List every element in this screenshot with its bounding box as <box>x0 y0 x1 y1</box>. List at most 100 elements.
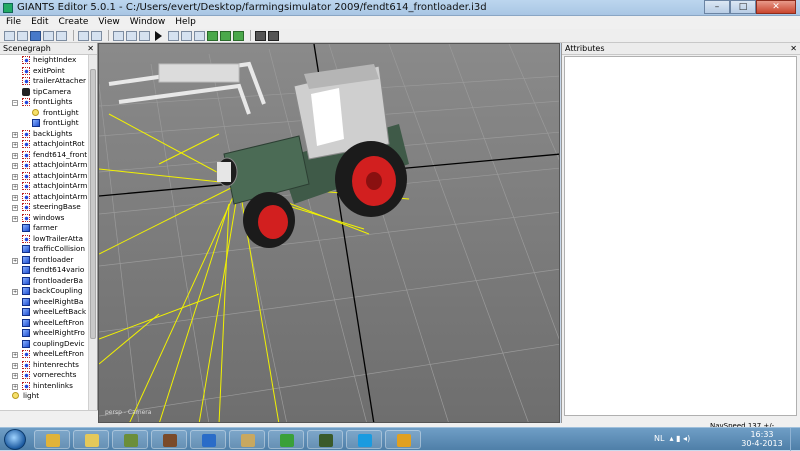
tree-node[interactable]: frontloaderBa <box>0 276 97 287</box>
clock[interactable]: 16:33 30-4-2013 <box>739 430 785 448</box>
import-icon[interactable] <box>43 30 54 41</box>
tree-node[interactable]: + fendt614_front <box>0 150 97 161</box>
tree-node[interactable]: − frontLights <box>0 97 97 108</box>
tree-node[interactable]: + attachJointRot <box>0 139 97 150</box>
tree-node[interactable]: frontLight <box>0 118 97 129</box>
tree-node[interactable]: + hintenlinks <box>0 381 97 392</box>
tree-node[interactable]: + attachJointArm <box>0 160 97 171</box>
expand-icon[interactable]: + <box>12 194 18 201</box>
tree-node[interactable]: farmer <box>0 223 97 234</box>
tree-node[interactable]: + attachJointArm <box>0 181 97 192</box>
tree-node[interactable]: + attachJointArm <box>0 192 97 203</box>
select-icon[interactable] <box>168 30 179 41</box>
play-icon[interactable] <box>155 30 162 41</box>
3d-viewport[interactable]: persp - Camera <box>98 43 560 423</box>
tree-node[interactable]: frontLight <box>0 108 97 119</box>
taskbar-app-button[interactable] <box>385 430 421 449</box>
window-titlebar[interactable]: GIANTS Editor 5.0.1 - C:/Users/evert/Des… <box>0 0 800 16</box>
foliage-icon[interactable] <box>220 30 231 41</box>
expand-icon[interactable]: + <box>12 205 18 211</box>
menu-file[interactable]: File <box>6 16 21 29</box>
menu-view[interactable]: View <box>98 16 119 29</box>
taskbar-app-button[interactable] <box>34 430 70 449</box>
expand-icon[interactable]: + <box>12 163 18 169</box>
tree-node[interactable]: couplingDevic <box>0 339 97 350</box>
paste-icon[interactable] <box>139 30 150 41</box>
expand-icon[interactable]: + <box>12 373 18 379</box>
taskbar-app-button[interactable] <box>268 430 304 449</box>
expand-icon[interactable]: + <box>12 131 18 138</box>
tree-node[interactable]: trailerAttacher <box>0 76 97 87</box>
tree-node[interactable]: trafficCollision <box>0 244 97 255</box>
taskbar-app-button[interactable] <box>151 430 187 449</box>
tree-node[interactable]: heightIndex <box>0 55 97 66</box>
tree-node[interactable]: lowTrailerAtta <box>0 234 97 245</box>
cut-icon[interactable] <box>113 30 124 41</box>
menu-create[interactable]: Create <box>59 16 89 29</box>
expand-icon[interactable]: + <box>12 362 18 369</box>
scenegraph-tree[interactable]: heightIndex exitPoint trailerAttacher tipCa… <box>0 55 97 410</box>
menu-help[interactable]: Help <box>175 16 196 29</box>
attributes-body[interactable] <box>564 56 797 416</box>
expand-icon[interactable]: + <box>12 383 18 390</box>
scrollbar-thumb[interactable] <box>90 69 96 339</box>
tree-node[interactable]: light <box>0 391 97 402</box>
paint-icon[interactable] <box>233 30 244 41</box>
close-icon[interactable]: ✕ <box>87 43 94 55</box>
tree-node[interactable]: wheelLeftBack <box>0 307 97 318</box>
expand-icon[interactable]: + <box>12 289 18 295</box>
snap-icon[interactable] <box>255 30 266 41</box>
expand-icon[interactable]: + <box>12 173 18 180</box>
taskbar-app-button[interactable] <box>73 430 109 449</box>
expand-icon[interactable]: + <box>12 352 18 358</box>
minimize-button[interactable]: – <box>704 0 730 14</box>
expand-icon[interactable]: + <box>12 152 18 159</box>
tree-node[interactable]: + frontloader <box>0 255 97 266</box>
tree-node[interactable]: tipCamera <box>0 87 97 98</box>
maximize-button[interactable]: □ <box>730 0 756 14</box>
expand-icon[interactable]: + <box>12 215 18 222</box>
taskbar-app-button[interactable] <box>190 430 226 449</box>
export-icon[interactable] <box>56 30 67 41</box>
new-file-icon[interactable] <box>4 30 15 41</box>
tree-node[interactable]: + windows <box>0 213 97 224</box>
tree-node[interactable]: + hintenrechts <box>0 360 97 371</box>
taskbar-app-button[interactable] <box>307 430 343 449</box>
redo-icon[interactable] <box>91 30 102 41</box>
expand-icon[interactable]: + <box>12 184 18 190</box>
close-button[interactable]: ✕ <box>756 0 796 14</box>
tray-arrows-icon[interactable]: ▴ ▮ ◂) <box>667 434 691 443</box>
tree-node[interactable]: wheelRightFro <box>0 328 97 339</box>
tree-node[interactable]: + attachJointArm <box>0 171 97 182</box>
copy-icon[interactable] <box>126 30 137 41</box>
rotate-icon[interactable] <box>194 30 205 41</box>
tree-node[interactable]: wheelRightBa <box>0 297 97 308</box>
expand-icon[interactable]: + <box>12 142 18 148</box>
taskbar-app-button[interactable] <box>229 430 265 449</box>
collapse-icon[interactable]: − <box>12 100 18 106</box>
taskbar-app-button[interactable] <box>112 430 148 449</box>
terrain-icon[interactable] <box>207 30 218 41</box>
taskbar-app-button[interactable] <box>346 430 382 449</box>
start-button[interactable] <box>4 429 26 450</box>
scenegraph-scrollbar[interactable] <box>88 55 97 410</box>
language-indicator[interactable]: NL <box>654 434 664 443</box>
tree-node[interactable]: + wheelLeftFron <box>0 349 97 360</box>
tree-node[interactable]: fendt614vario <box>0 265 97 276</box>
tree-node[interactable]: + vornerechts <box>0 370 97 381</box>
show-desktop-button[interactable] <box>790 428 800 451</box>
menu-edit[interactable]: Edit <box>31 16 48 29</box>
tree-node[interactable]: + backLights <box>0 129 97 140</box>
grid-icon[interactable] <box>268 30 279 41</box>
tree-node[interactable]: + steeringBase <box>0 202 97 213</box>
tree-node[interactable]: + backCoupling <box>0 286 97 297</box>
close-icon[interactable]: ✕ <box>790 43 797 55</box>
undo-icon[interactable] <box>78 30 89 41</box>
tree-node[interactable]: wheelLeftFron <box>0 318 97 329</box>
move-icon[interactable] <box>181 30 192 41</box>
tree-node[interactable]: exitPoint <box>0 66 97 77</box>
menu-window[interactable]: Window <box>130 16 166 29</box>
save-icon[interactable] <box>30 30 41 41</box>
open-file-icon[interactable] <box>17 30 28 41</box>
expand-icon[interactable]: + <box>12 257 18 264</box>
